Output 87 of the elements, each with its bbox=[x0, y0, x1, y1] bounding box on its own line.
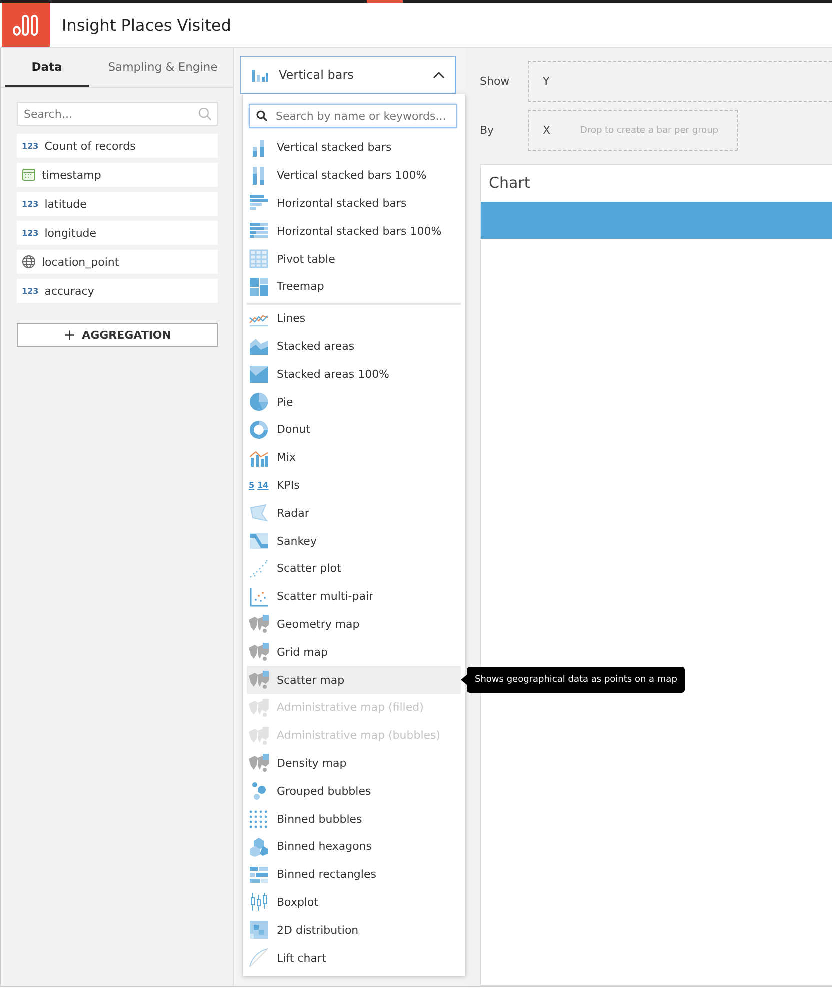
search-field[interactable]: Search… bbox=[17, 102, 218, 126]
donut-chart-icon bbox=[249, 420, 269, 440]
kpi-icon: 5 14 bbox=[249, 480, 269, 490]
grid-chart-icon bbox=[249, 920, 269, 940]
map-chart-icon bbox=[249, 726, 269, 746]
search-icon bbox=[256, 110, 268, 122]
map-chart-icon bbox=[249, 753, 269, 774]
field-item[interactable]: 123 longitude bbox=[17, 221, 218, 245]
map-chart-icon bbox=[249, 642, 269, 662]
lift-chart-icon bbox=[249, 948, 269, 968]
chart-type-option[interactable]: 2D distribution bbox=[247, 916, 461, 944]
globe-icon bbox=[22, 255, 36, 269]
chart-type-option[interactable]: Treemap bbox=[247, 272, 461, 301]
app-logo-icon[interactable] bbox=[2, 3, 50, 47]
boxplot-chart-icon bbox=[249, 892, 269, 912]
chart-type-option[interactable]: Lift chart bbox=[247, 944, 461, 972]
chart-type-option[interactable]: Boxplot bbox=[247, 888, 461, 916]
sankey-chart-icon bbox=[249, 531, 269, 552]
dots-chart-icon bbox=[249, 809, 269, 830]
chart-type-option[interactable]: Pivot table bbox=[247, 245, 461, 273]
field-name: longitude bbox=[44, 226, 97, 240]
field-name: latitude bbox=[44, 198, 87, 210]
caret-icon bbox=[433, 71, 445, 79]
radar-chart-icon bbox=[249, 503, 269, 524]
map-chart-icon bbox=[249, 698, 269, 718]
chart-type-option[interactable]: Vertical stacked bars bbox=[247, 134, 461, 162]
chart-type-option[interactable]: Donut bbox=[247, 416, 461, 444]
chart-type-option[interactable]: Binned hexagons bbox=[247, 832, 461, 861]
numeric-type-label: 123 bbox=[22, 142, 39, 150]
calendar-icon bbox=[22, 168, 36, 182]
search-icon bbox=[198, 107, 212, 121]
pie-chart-icon bbox=[249, 392, 269, 412]
chart-type-option[interactable]: Mix bbox=[247, 444, 461, 472]
chart-type-option[interactable]: Radar bbox=[247, 499, 461, 528]
field-name: location_point bbox=[42, 256, 120, 268]
dimension-label: Show bbox=[480, 75, 511, 88]
numeric-type-label: 123 bbox=[22, 200, 39, 208]
chart-type-option[interactable]: Horizontal stacked bars 100% bbox=[247, 217, 461, 246]
search-field[interactable]: Search by name or keywords... bbox=[249, 104, 457, 128]
app-title: Insight Places Visited bbox=[62, 16, 232, 34]
numeric-type-label: 123 bbox=[22, 228, 39, 238]
chart-type-option[interactable]: Stacked areas bbox=[247, 332, 461, 360]
add-aggregation-button[interactable]: + AGGREGATION bbox=[17, 323, 218, 347]
chart-type-option[interactable]: Stacked areas 100% bbox=[247, 360, 461, 388]
field-item[interactable]: timestamp bbox=[17, 163, 218, 187]
field-name: timestamp bbox=[42, 168, 102, 182]
map-chart-icon bbox=[249, 614, 269, 634]
chart-type-option[interactable]: Sankey bbox=[247, 527, 461, 555]
chart-type-option[interactable]: Density map bbox=[247, 750, 461, 778]
scatter-chart-icon bbox=[249, 558, 269, 579]
panel-tab[interactable]: Data bbox=[5, 48, 89, 87]
chart-type-option[interactable]: Geometry map bbox=[247, 610, 461, 638]
rects-chart-icon bbox=[249, 864, 269, 885]
field-item[interactable]: 123 latitude bbox=[17, 192, 218, 216]
chart-type-option[interactable]: Pie bbox=[247, 388, 461, 416]
table-chart-icon bbox=[249, 249, 269, 270]
drop-zone[interactable]: Y bbox=[528, 61, 832, 102]
chart-type-option[interactable]: Grouped bubbles bbox=[247, 777, 461, 806]
field-name: Count of records bbox=[44, 140, 136, 152]
scatter2-chart-icon bbox=[249, 586, 269, 607]
field-item[interactable]: location_point bbox=[17, 250, 218, 274]
numeric-type-label: 123 bbox=[22, 286, 39, 296]
map-chart-icon bbox=[249, 670, 269, 690]
chart-type-option[interactable]: 5 14 KPIs bbox=[247, 472, 461, 500]
tooltip: Shows geographical data as points on a map bbox=[467, 667, 686, 694]
hex-chart-icon bbox=[249, 836, 269, 857]
treemap-chart-icon bbox=[249, 276, 269, 297]
chart-title: Chart bbox=[488, 173, 532, 194]
chart-type-option[interactable]: Binned rectangles bbox=[247, 860, 461, 889]
area100-chart-icon bbox=[249, 364, 269, 384]
area-chart-icon bbox=[249, 336, 269, 356]
vertical-bars-icon bbox=[251, 68, 269, 82]
field-item[interactable]: 123 Count of records bbox=[17, 134, 218, 158]
drop-zone[interactable]: X Drop to create a bar per group bbox=[528, 110, 738, 151]
panel-tab[interactable]: Sampling & Engine bbox=[97, 48, 229, 87]
chart-type-option[interactable]: Binned bubbles bbox=[247, 805, 461, 833]
chart-type-option[interactable]: Grid map bbox=[247, 638, 461, 666]
field-item[interactable]: 123 accuracy bbox=[17, 279, 218, 303]
field-name: accuracy bbox=[44, 284, 94, 298]
chart-type-option[interactable]: Vertical stacked bars 100% bbox=[247, 162, 461, 190]
chart-type-option[interactable]: Lines bbox=[247, 304, 461, 333]
chart-type-option[interactable]: Scatter plot bbox=[247, 554, 461, 583]
chart-type-option[interactable]: Horizontal stacked bars bbox=[247, 190, 461, 218]
chart-type-option[interactable]: Scatter multi-pair bbox=[247, 582, 461, 611]
tooltip-pointer bbox=[461, 675, 467, 686]
dimension-label: By bbox=[480, 124, 496, 137]
chart-type-dropdown[interactable]: Vertical bars bbox=[240, 56, 456, 94]
